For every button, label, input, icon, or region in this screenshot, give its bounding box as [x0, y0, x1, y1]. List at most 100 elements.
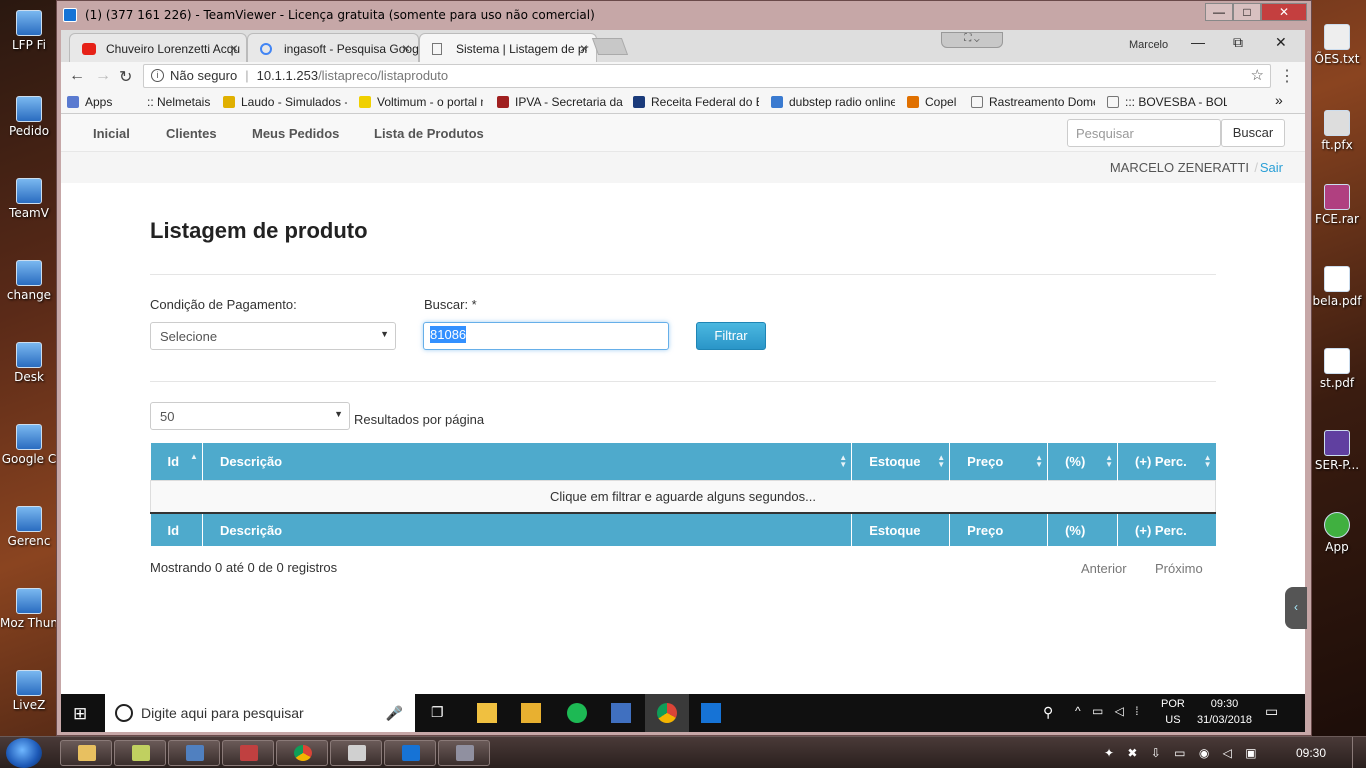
taskbar-app[interactable] [168, 740, 220, 766]
nav-clientes[interactable]: Clientes [166, 126, 217, 141]
chrome-taskbar-active[interactable] [645, 694, 689, 732]
desktop-icon[interactable]: st.pdf [1308, 344, 1366, 404]
task-view-icon[interactable]: ❐ [431, 704, 444, 721]
col-mais-perc[interactable]: (+) Perc. ▲ ▼ [1117, 443, 1216, 480]
close-tab-icon[interactable]: × [402, 40, 410, 56]
navbar-search-input[interactable]: Pesquisar [1067, 119, 1221, 147]
taskbar-teamviewer[interactable] [384, 740, 436, 766]
browser-minimize-button[interactable]: — [1191, 34, 1205, 50]
desktop-icon[interactable]: bela.pdf [1308, 262, 1366, 322]
col-percent[interactable]: (%) ▲ ▼ [1047, 443, 1119, 480]
desktop-icon[interactable]: FCE.rar [1308, 180, 1366, 240]
teamviewer-minimize-button[interactable]: — [1205, 3, 1233, 21]
browser-restore-button[interactable]: ⧉ [1233, 34, 1243, 51]
desktop-icon[interactable]: change [0, 256, 58, 316]
tab-google-search[interactable]: ingasoft - Pesquisa Goog × [247, 33, 419, 62]
file-explorer-icon[interactable] [477, 703, 497, 723]
bookmark-item[interactable]: Rastreamento Domé [971, 95, 1095, 109]
desktop-icon[interactable]: Moz Thunde [0, 584, 58, 644]
profile-name[interactable]: Marcelo [1129, 39, 1168, 51]
people-icon[interactable]: ⚲ [1043, 704, 1053, 721]
filter-button[interactable]: Filtrar [696, 322, 766, 350]
col-estoque[interactable]: Estoque ▲ ▼ [851, 443, 951, 480]
forward-icon[interactable]: → [95, 67, 111, 85]
page-size-select[interactable]: 50 ▼ [150, 402, 350, 430]
show-desktop-button[interactable] [1352, 737, 1366, 768]
bookmark-star-icon[interactable]: ☆ [1251, 65, 1264, 87]
system-tray-icons[interactable]: ^ ▭ ◁ ⁞ [1075, 704, 1143, 718]
teamviewer-maximize-button[interactable]: □ [1233, 3, 1261, 21]
col-preco[interactable]: Preço ▲ ▼ [949, 443, 1049, 480]
local-clock[interactable]: 09:30 [1296, 746, 1326, 760]
bookmark-item[interactable]: Receita Federal do Br [633, 95, 759, 109]
remote-search-box[interactable]: Digite aqui para pesquisar 🎤 [105, 694, 415, 732]
bookmark-apps[interactable]: Apps [67, 95, 112, 109]
bookmark-item[interactable]: IPVA - Secretaria da F [497, 95, 623, 109]
col-id[interactable]: Id ▲ [150, 443, 203, 480]
microphone-icon[interactable]: 🎤 [386, 694, 403, 732]
browser-close-button[interactable]: ✕ [1275, 34, 1287, 51]
new-tab-button[interactable] [591, 38, 629, 55]
desktop-icon[interactable]: App [1308, 508, 1366, 568]
nav-lista-produtos[interactable]: Lista de Produtos [374, 126, 484, 141]
desktop-icon[interactable]: LFP Fi [0, 6, 58, 66]
next-page-button[interactable]: Próximo [1155, 561, 1203, 576]
close-tab-icon[interactable]: × [230, 40, 238, 56]
sort-icon: ▲ ▼ [937, 453, 946, 469]
bookmark-item[interactable]: :: Nelmetais :: [147, 95, 213, 109]
windows-start-icon[interactable]: ⊞ [73, 704, 87, 724]
back-icon[interactable]: ← [69, 67, 85, 85]
taskbar-chrome[interactable] [276, 740, 328, 766]
desktop-icon[interactable]: ÕES.txt [1308, 20, 1366, 80]
start-orb-icon[interactable] [6, 738, 42, 768]
desktop-icon[interactable]: TeamV [0, 174, 58, 234]
desktop-icon[interactable]: SER-P... [1308, 426, 1366, 486]
bookmark-item[interactable]: Copel [907, 95, 963, 109]
nav-meus-pedidos[interactable]: Meus Pedidos [252, 126, 339, 141]
teamviewer-side-panel-icon[interactable]: ‹ [1285, 587, 1307, 629]
nav-inicial[interactable]: Inicial [93, 126, 130, 141]
teamviewer-panel-handle[interactable]: ⛶ ⌄ [941, 32, 1003, 48]
desktop-icon[interactable]: Google C [0, 420, 58, 480]
address-bar[interactable]: i Não seguro | 10.1.1.253/listapreco/lista… [143, 64, 1271, 88]
bookmark-item[interactable]: ::: BOVESBA - BOLSA [1107, 95, 1227, 109]
remote-app-icon[interactable] [611, 703, 631, 723]
taskbar-app[interactable] [222, 740, 274, 766]
close-tab-icon[interactable]: × [580, 40, 588, 56]
col-descricao[interactable]: Descrição ▲ ▼ [202, 443, 853, 480]
reload-icon[interactable]: ↻ [119, 67, 132, 87]
desktop-icon[interactable]: Pedido [0, 92, 58, 152]
spotify-icon[interactable] [567, 703, 587, 723]
taskbar-app[interactable] [114, 740, 166, 766]
remote-clock[interactable]: 09:30 31/03/2018 [1197, 698, 1252, 726]
bookmark-item[interactable]: dubstep radio online [771, 95, 895, 109]
more-bookmarks-icon[interactable]: » [1275, 92, 1283, 108]
desktop-icon[interactable]: ft.pfx [1308, 106, 1366, 166]
remote-language[interactable]: POR US [1161, 698, 1185, 726]
taskbar-explorer[interactable] [60, 740, 112, 766]
menu-icon[interactable]: ⋮ [1279, 66, 1295, 86]
bookmark-item[interactable]: Voltimum - o portal n [359, 95, 483, 109]
prev-page-button[interactable]: Anterior [1081, 561, 1127, 576]
app-icon [132, 745, 150, 761]
teamviewer-icon[interactable] [701, 703, 721, 723]
payment-select[interactable]: Selecione ▼ [150, 322, 396, 350]
teamviewer-titlebar[interactable]: (1) (377 161 226) - TeamViewer - Licença… [57, 1, 1311, 29]
desktop-icon[interactable]: Gerenc [0, 502, 58, 562]
info-icon[interactable]: i [151, 69, 164, 82]
search-input[interactable]: 81086 [423, 322, 669, 350]
navbar-search-button[interactable]: Buscar [1221, 119, 1285, 147]
local-tray-icons[interactable]: ✦ ✖ ⇩ ▭ ◉ ◁ ▣ [1104, 746, 1262, 760]
tab-sistema[interactable]: Sistema | Listagem de pr × [419, 33, 597, 62]
desktop-icon[interactable]: Desk [0, 338, 58, 398]
notifications-icon[interactable]: ▭ [1265, 703, 1278, 720]
taskbar-app[interactable] [438, 740, 490, 766]
folder-app-icon[interactable] [521, 703, 541, 723]
desktop-icon[interactable]: LiveZ [0, 666, 58, 726]
teamviewer-close-button[interactable]: ✕ [1261, 3, 1307, 21]
table-footer-row: Id Descrição Estoque Preço (%) (+) Perc. [150, 513, 1216, 546]
logout-link[interactable]: Sair [1260, 160, 1283, 175]
taskbar-app[interactable] [330, 740, 382, 766]
bookmark-item[interactable]: Laudo - Simulados - I [223, 95, 347, 109]
tab-youtube[interactable]: Chuveiro Lorenzetti Acqu × [69, 33, 247, 62]
